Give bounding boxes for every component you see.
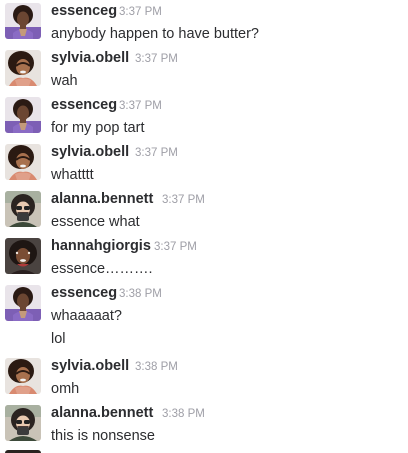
message-timestamp[interactable]: 3:37 PM bbox=[135, 52, 178, 66]
essenceg-avatar[interactable] bbox=[5, 3, 41, 39]
message-timestamp[interactable]: 3:37 PM bbox=[135, 146, 178, 160]
message-text: whaaaaat? bbox=[51, 308, 122, 324]
message-text: anybody happen to have butter? bbox=[51, 26, 259, 42]
message-author[interactable]: alanna.bennett bbox=[51, 191, 153, 208]
message-timestamp[interactable]: 3:37 PM bbox=[154, 240, 197, 254]
message-author[interactable]: essenceg bbox=[51, 285, 117, 302]
message-author[interactable]: alanna.bennett bbox=[51, 405, 153, 422]
message-text: essence………. bbox=[51, 261, 153, 277]
sylvia-obell-avatar-icon bbox=[5, 358, 41, 394]
alanna-bennett-avatar[interactable] bbox=[5, 405, 41, 441]
message-text: omh bbox=[51, 381, 80, 397]
sylvia-obell-avatar-icon bbox=[5, 50, 41, 86]
message-timestamp[interactable]: 3:38 PM bbox=[162, 407, 205, 421]
message-author[interactable]: sylvia.obell bbox=[51, 358, 129, 375]
essenceg-avatar-icon bbox=[5, 285, 41, 321]
alanna-bennett-avatar[interactable] bbox=[5, 191, 41, 227]
alanna-bennett-avatar-icon bbox=[5, 191, 41, 227]
message-timestamp[interactable]: 3:37 PM bbox=[162, 193, 205, 207]
essenceg-avatar-icon bbox=[5, 3, 41, 39]
essenceg-avatar[interactable] bbox=[5, 285, 41, 321]
message-timestamp[interactable]: 3:37 PM bbox=[119, 5, 162, 19]
message-text: for my pop tart bbox=[51, 120, 145, 136]
message-author[interactable]: essenceg bbox=[51, 3, 117, 20]
sylvia-obell-avatar[interactable] bbox=[5, 50, 41, 86]
hannahgiorgis-avatar[interactable] bbox=[5, 238, 41, 274]
message-text: this is nonsense bbox=[51, 428, 155, 444]
message-text: essence what bbox=[51, 214, 140, 230]
message-author[interactable]: hannahgiorgis bbox=[51, 238, 151, 255]
message-continuation-text: lol bbox=[51, 331, 66, 347]
essenceg-avatar-icon bbox=[5, 97, 41, 133]
message-timestamp[interactable]: 3:37 PM bbox=[119, 99, 162, 113]
message-author[interactable]: essenceg bbox=[51, 97, 117, 114]
message-author[interactable]: sylvia.obell bbox=[51, 50, 129, 67]
message-author[interactable]: sylvia.obell bbox=[51, 144, 129, 161]
message-text: wah bbox=[51, 73, 78, 89]
sylvia-obell-avatar-icon bbox=[5, 144, 41, 180]
hannahgiorgis-avatar-icon bbox=[5, 238, 41, 274]
message-text: whatttt bbox=[51, 167, 94, 183]
message-timestamp[interactable]: 3:38 PM bbox=[135, 360, 178, 374]
essenceg-avatar[interactable] bbox=[5, 97, 41, 133]
sylvia-obell-avatar[interactable] bbox=[5, 144, 41, 180]
message-timestamp[interactable]: 3:38 PM bbox=[119, 287, 162, 301]
sylvia-obell-avatar[interactable] bbox=[5, 358, 41, 394]
alanna-bennett-avatar-icon bbox=[5, 405, 41, 441]
